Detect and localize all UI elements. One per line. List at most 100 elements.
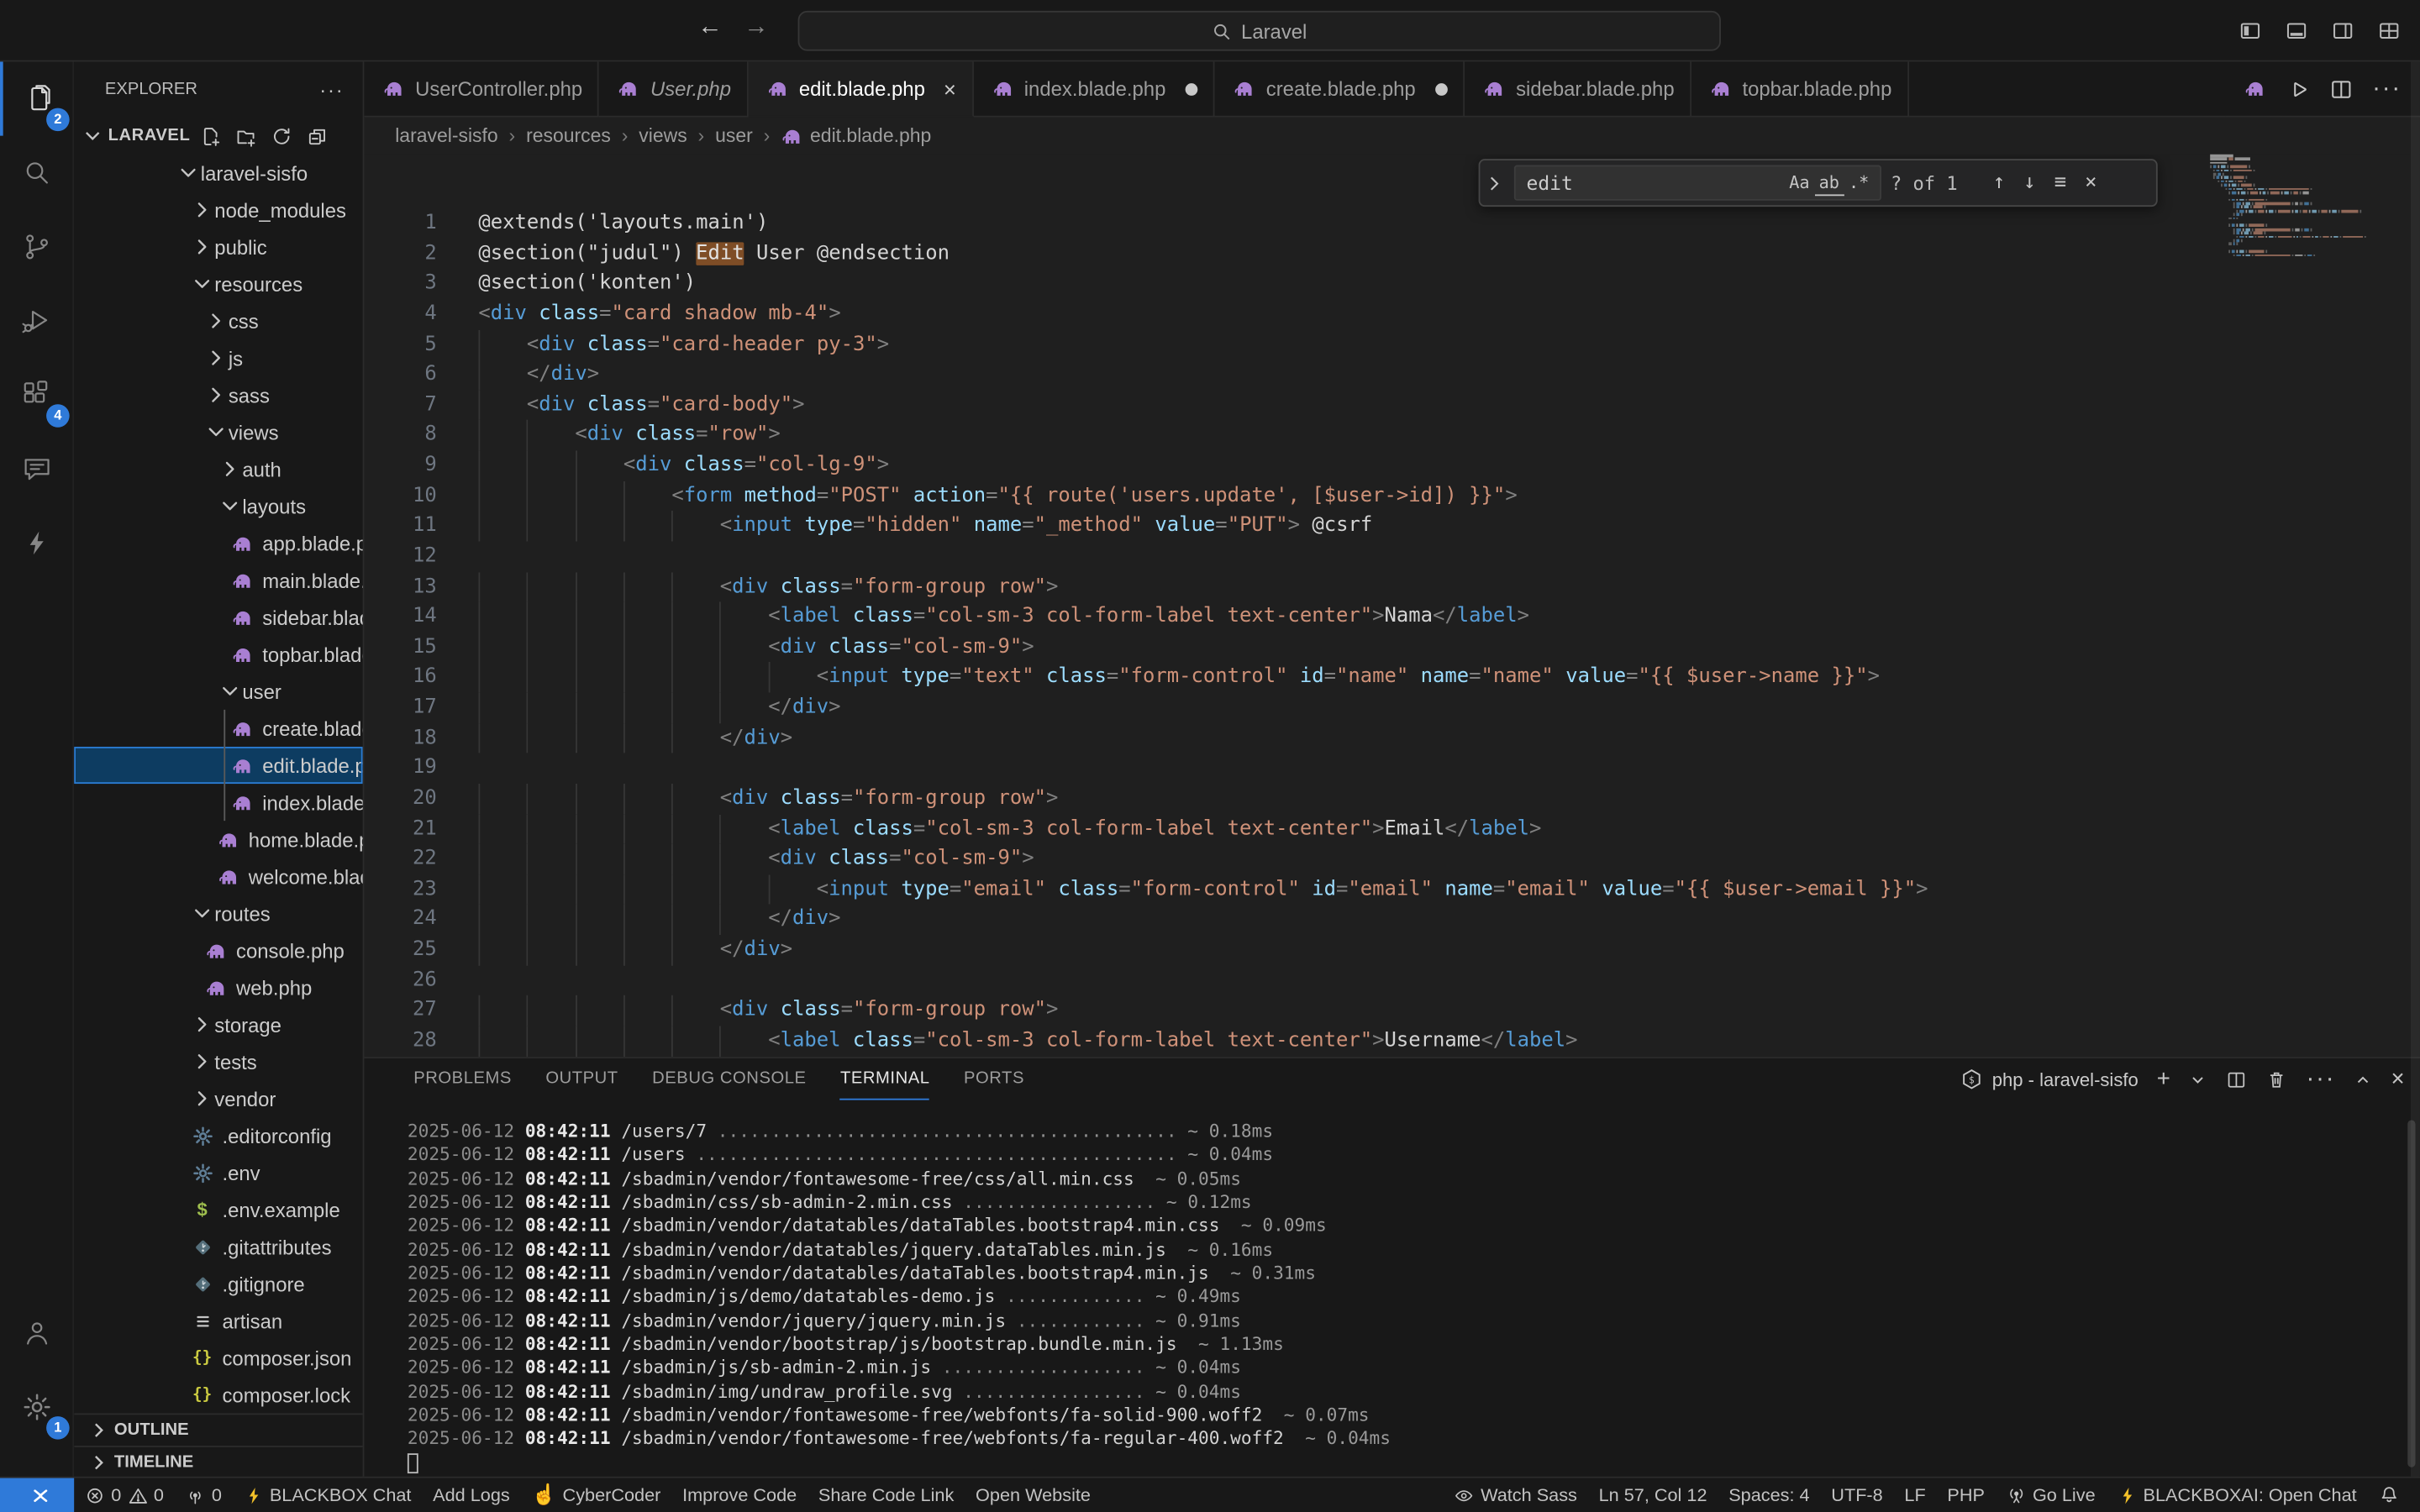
tree-folder-laravel-sisfo[interactable]: laravel-sisfo <box>74 155 362 192</box>
activity-accounts[interactable] <box>0 1296 74 1370</box>
minimap[interactable] <box>2210 155 2398 1057</box>
status-encoding[interactable]: UTF-8 <box>1820 1478 1893 1512</box>
tree-file-.env.example[interactable]: $.env.example <box>74 1191 362 1228</box>
breadcrumb-item-views[interactable]: views <box>639 125 687 147</box>
activity-explorer[interactable]: 2 <box>0 61 74 135</box>
panel-more-icon[interactable]: ··· <box>2307 1065 2336 1093</box>
status-blackbox-chat[interactable]: BLACKBOX Chat <box>233 1478 423 1512</box>
panel-close-icon[interactable]: × <box>2391 1066 2405 1092</box>
tree-folder-sass[interactable]: sass <box>74 376 362 413</box>
status-language-mode[interactable]: PHP <box>1937 1478 1996 1512</box>
terminal-instance[interactable]: $ php - laravel-sisfo <box>1960 1068 2139 1091</box>
refresh-icon[interactable] <box>271 124 294 148</box>
split-editor-icon[interactable] <box>2329 76 2354 101</box>
nav-forward-icon[interactable]: → <box>738 14 775 42</box>
new-terminal-icon[interactable]: + <box>2157 1066 2170 1092</box>
tab-usercontroller.php[interactable]: UserController.php <box>364 61 599 117</box>
tree-file-.editorconfig[interactable]: .editorconfig <box>74 1117 362 1154</box>
status-open-website[interactable]: Open Website <box>965 1478 1102 1512</box>
layout-panel-icon[interactable] <box>2284 18 2308 43</box>
status-blackboxai-open-chat[interactable]: BLACKBOXAI: Open Chat <box>2106 1478 2367 1512</box>
tree-file-main.blade.php[interactable]: main.blade.php <box>74 562 362 599</box>
tree-file-topbar.blade.php[interactable]: topbar.blade.php <box>74 636 362 673</box>
status-problems[interactable]: 00 <box>74 1478 175 1512</box>
explorer-more-icon[interactable]: ··· <box>319 78 344 102</box>
split-terminal-icon[interactable] <box>2226 1068 2248 1090</box>
find-prev-icon[interactable]: ↑ <box>1988 171 2009 195</box>
tree-file-index.blade.php[interactable]: index.blade.php <box>74 784 362 821</box>
activity-settings[interactable]: 1 <box>0 1370 74 1444</box>
tab-user.php[interactable]: User.php <box>599 61 748 117</box>
status-eol[interactable]: LF <box>1894 1478 1937 1512</box>
timeline-section[interactable]: TIMELINE <box>74 1446 362 1477</box>
tree-folder-user[interactable]: user <box>74 673 362 710</box>
tree-file-.gitignore[interactable]: .gitignore <box>74 1265 362 1302</box>
modified-dot-icon[interactable] <box>1186 82 1198 95</box>
tree-file-welcome.blade....[interactable]: welcome.blade.... <box>74 858 362 895</box>
breadcrumb-item-resources[interactable]: resources <box>526 125 611 147</box>
modified-dot-icon[interactable] <box>1436 82 1449 95</box>
tree-folder-tests[interactable]: tests <box>74 1043 362 1080</box>
tree-file-create.blade.php[interactable]: create.blade.php <box>74 710 362 747</box>
tree-file-.gitattributes[interactable]: .gitattributes <box>74 1228 362 1265</box>
kill-terminal-icon[interactable] <box>2266 1068 2288 1090</box>
tree-file-web.php[interactable]: web.php <box>74 969 362 1005</box>
regex-icon[interactable]: .* <box>1844 171 1873 195</box>
tree-folder-routes[interactable]: routes <box>74 895 362 932</box>
status-indentation[interactable]: Spaces: 4 <box>1718 1478 1820 1512</box>
status-share-code-link[interactable]: Share Code Link <box>808 1478 965 1512</box>
tree-file-artisan[interactable]: artisan <box>74 1302 362 1339</box>
panel-tab-debug-console[interactable]: DEBUG CONSOLE <box>652 1058 806 1100</box>
new-folder-icon[interactable] <box>235 124 259 148</box>
tree-file-app.blade.php[interactable]: app.blade.php <box>74 524 362 561</box>
layout-sidebar-left-icon[interactable] <box>2238 18 2262 43</box>
breadcrumb-item-user[interactable]: user <box>715 125 753 147</box>
find-close-icon[interactable]: × <box>2081 171 2102 195</box>
match-case-icon[interactable]: Aa <box>1785 171 1814 195</box>
tab-edit.blade.php[interactable]: edit.blade.php× <box>748 61 973 117</box>
command-center-search[interactable]: Laravel <box>798 11 1721 51</box>
nav-back-icon[interactable]: ← <box>692 14 729 42</box>
window-scrollbar-strip[interactable] <box>2411 61 2420 1476</box>
panel-tab-terminal[interactable]: TERMINAL <box>840 1058 930 1100</box>
activity-run-debug[interactable] <box>0 284 74 358</box>
status-go-live[interactable]: Go Live <box>1996 1478 2107 1512</box>
tree-folder-vendor[interactable]: vendor <box>74 1080 362 1117</box>
status-ports-forwarded[interactable]: 0 <box>175 1478 233 1512</box>
tree-folder-node-modules[interactable]: node_modules <box>74 192 362 228</box>
tree-folder-public[interactable]: public <box>74 228 362 265</box>
new-file-icon[interactable] <box>199 124 223 148</box>
tree-folder-resources[interactable]: resources <box>74 265 362 302</box>
tree-folder-css[interactable]: css <box>74 302 362 339</box>
activity-blackbox[interactable] <box>0 506 74 580</box>
layout-sidebar-right-icon[interactable] <box>2330 18 2354 43</box>
section-laravel[interactable]: LARAVEL <box>74 118 362 155</box>
find-input[interactable]: edit Aa ab .* <box>1514 165 1881 201</box>
collapse-all-icon[interactable] <box>306 124 329 148</box>
terminal-dropdown-icon[interactable] <box>2189 1070 2207 1089</box>
tree-folder-storage[interactable]: storage <box>74 1006 362 1043</box>
tree-file-sidebar.blade.p...[interactable]: sidebar.blade.p... <box>74 599 362 636</box>
panel-tab-output[interactable]: OUTPUT <box>545 1058 618 1100</box>
tree-folder-views[interactable]: views <box>74 413 362 450</box>
panel-tab-ports[interactable]: PORTS <box>964 1058 1024 1100</box>
breadcrumb-item-laravel-sisfo[interactable]: laravel-sisfo <box>395 125 497 147</box>
tree-file-composer.lock[interactable]: {}composer.lock <box>74 1376 362 1413</box>
tab-topbar.blade.php[interactable]: topbar.blade.php <box>1691 61 1909 117</box>
activity-extensions[interactable]: 4 <box>0 358 74 432</box>
tab-index.blade.php[interactable]: index.blade.php <box>973 61 1215 117</box>
more-icon[interactable]: ··· <box>2372 75 2402 102</box>
outline-section[interactable]: OUTLINE <box>74 1413 362 1446</box>
php-elephant-icon[interactable] <box>2244 77 2268 101</box>
tree-file-.env[interactable]: .env <box>74 1154 362 1191</box>
layout-customize-icon[interactable] <box>2377 18 2402 43</box>
toggle-replace-icon[interactable] <box>1483 172 1505 194</box>
run-icon[interactable] <box>2286 76 2310 101</box>
tree-file-console.php[interactable]: console.php <box>74 932 362 969</box>
tree-folder-js[interactable]: js <box>74 339 362 376</box>
activity-search[interactable] <box>0 136 74 210</box>
status-cursor-position[interactable]: Ln 57, Col 12 <box>1588 1478 1718 1512</box>
status-cybercoder[interactable]: ☝CyberCoder <box>521 1478 672 1512</box>
find-in-selection-icon[interactable]: ≡ <box>2049 171 2070 195</box>
code-editor[interactable]: 1@extends('layouts.main')2@section("judu… <box>364 155 2420 1057</box>
